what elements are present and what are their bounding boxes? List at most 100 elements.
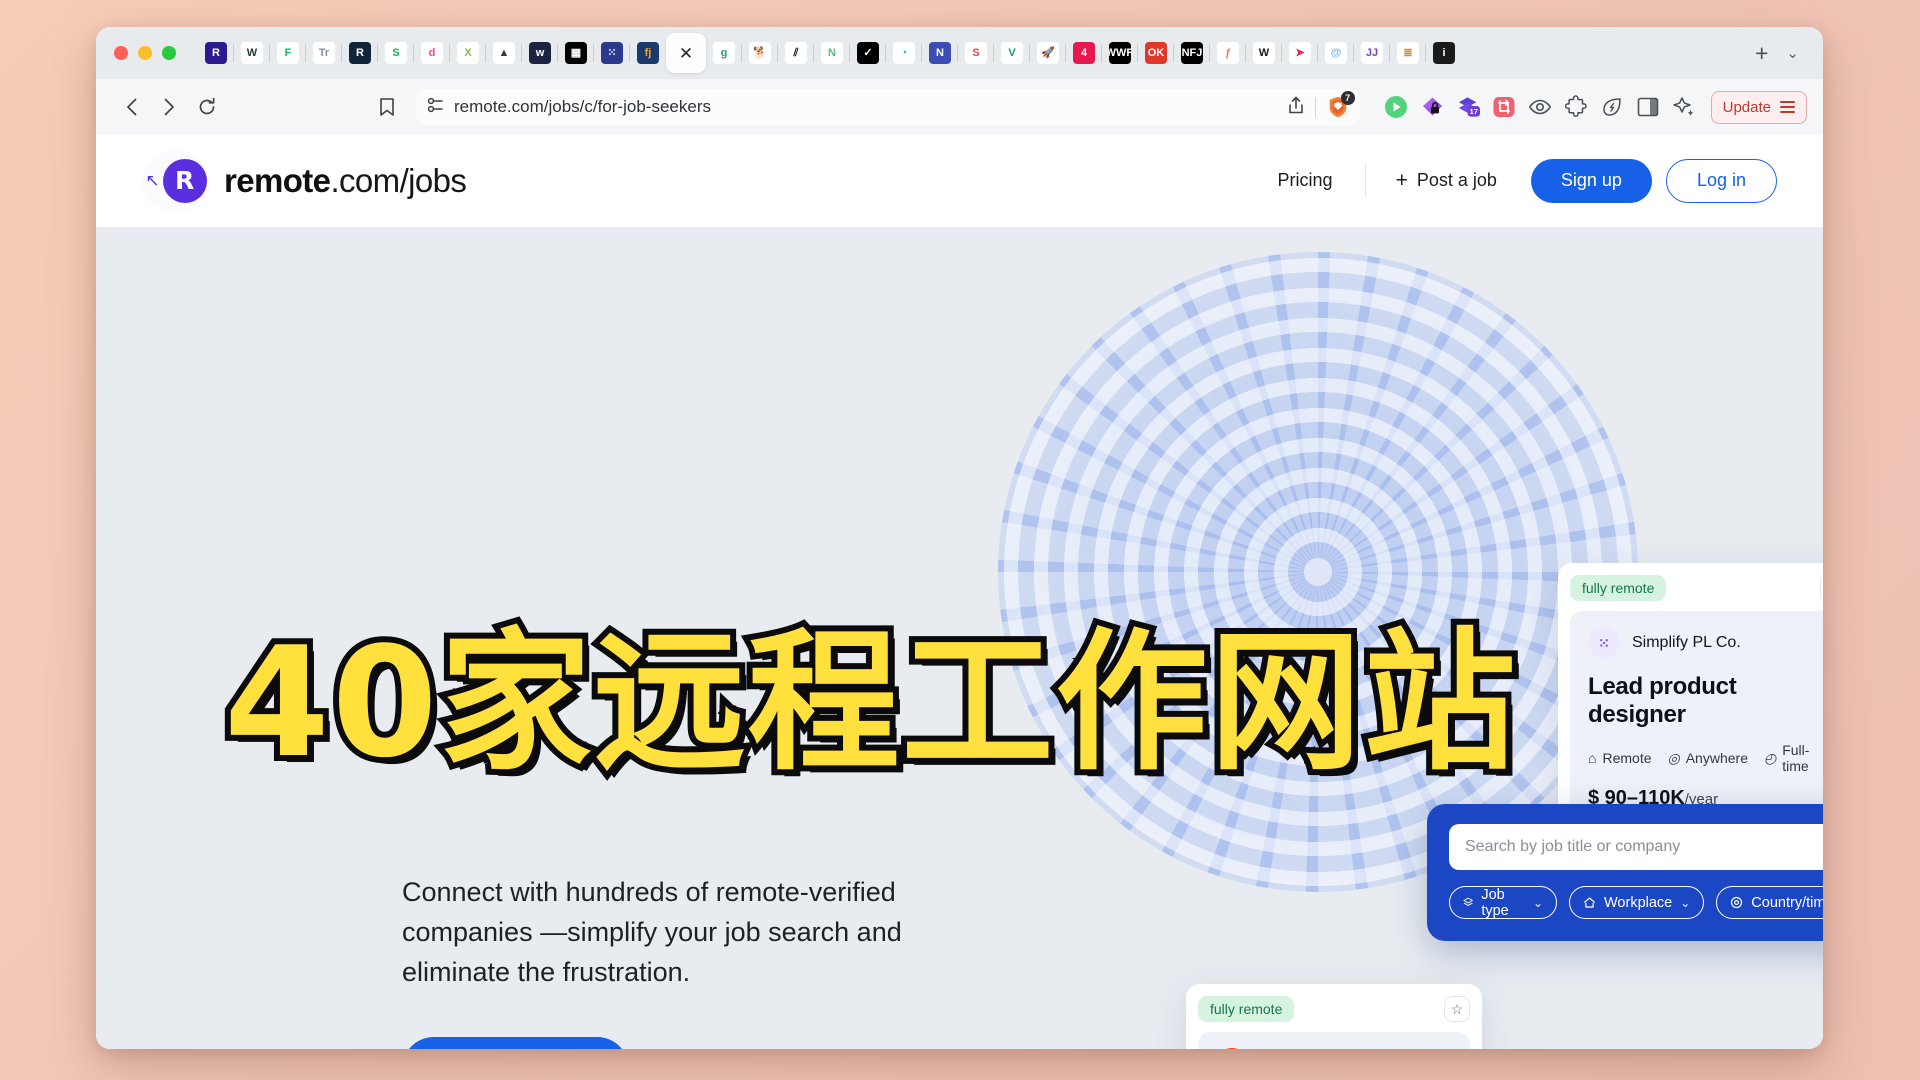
dotsgrid-tab[interactable]: ⁙ <box>593 36 630 70</box>
nav-sign-up-button[interactable]: Sign up <box>1530 158 1652 203</box>
nav-divider <box>1364 163 1366 198</box>
back-button[interactable] <box>112 88 150 126</box>
virtualvocations-tab[interactable]: ▦ <box>557 36 594 70</box>
wellfound-tab[interactable]: w <box>521 36 558 70</box>
arc-tab[interactable]: ➤ <box>1281 36 1318 70</box>
site-settings-icon[interactable] <box>426 97 444 118</box>
password-manager-extension-icon[interactable] <box>1420 95 1445 120</box>
flexjobs-tab[interactable]: F <box>269 36 306 70</box>
job-search-box[interactable]: Search by job title or company <box>1449 824 1823 870</box>
notifications-extension-icon[interactable]: 17 <box>1456 95 1481 120</box>
wrike-tab[interactable]: ⫽ <box>777 36 814 70</box>
site-nav: Pricing + Post a job Sign up Log in <box>1256 158 1777 203</box>
remoteok-tab[interactable]: R <box>341 36 378 70</box>
toptal-tab[interactable]: Tr <box>305 36 342 70</box>
remotive-tab[interactable]: R <box>198 36 234 70</box>
chevron-down-icon: ⌄ <box>1680 895 1691 910</box>
notion-tab[interactable]: N <box>921 36 958 70</box>
job-card-lead-product-designer[interactable]: fully remote ☆ ⁙ Simplify PL Co. Lead pr… <box>1558 563 1823 840</box>
save-job-star-icon[interactable]: ☆ <box>1820 575 1823 601</box>
nofluffjobs-tab[interactable]: NFJ <box>1173 36 1210 70</box>
filter-country-timezone[interactable]: Country/timezone ⌄ <box>1716 886 1823 919</box>
company-avatar: ⁙ <box>1588 627 1620 659</box>
wwr-tab[interactable]: WWR <box>1101 36 1138 70</box>
address-bar[interactable]: remote.com/jobs/c/for-job-seekers 7 <box>416 89 1360 125</box>
dogtab[interactable]: 🐕 <box>741 36 778 70</box>
jsremotely-tab[interactable]: S <box>957 36 994 70</box>
skipthedrive-tab[interactable]: S <box>377 36 414 70</box>
puzzle-extension-icon[interactable] <box>1564 95 1589 120</box>
stackoverflow-tab-favicon: ≣ <box>1397 42 1419 64</box>
browser-toolbar: remote.com/jobs/c/for-job-seekers 7 17 U… <box>96 79 1823 135</box>
close-window-button[interactable] <box>114 46 128 60</box>
xing-tab-favicon: X <box>457 42 479 64</box>
wordpress-tab[interactable]: W <box>1245 36 1282 70</box>
bookmark-icon[interactable] <box>368 88 406 126</box>
brave-shields-icon[interactable]: 7 <box>1326 91 1355 119</box>
job-meta-remote: ⌂ Remote <box>1588 742 1652 774</box>
window-controls <box>114 46 176 60</box>
toolbar-divider <box>1314 97 1316 117</box>
pangian-tab[interactable]: ƒ <box>1209 36 1246 70</box>
ai-sparkle-icon[interactable] <box>1672 95 1697 120</box>
toptal-tab-favicon: Tr <box>313 42 335 64</box>
reload-button[interactable] <box>188 88 226 126</box>
rocket-tab[interactable]: 🚀 <box>1029 36 1066 70</box>
site-logo[interactable]: ↖ R remote.com/jobs <box>142 149 467 212</box>
nav-pricing-link[interactable]: Pricing <box>1256 170 1355 191</box>
job-card-senior-product-manager[interactable]: fully remote ☆ IIN Innovative Insights S… <box>1186 984 1482 1049</box>
checkmark-tab[interactable]: ✓ <box>849 36 886 70</box>
okjob-tab[interactable]: OK <box>1137 36 1174 70</box>
nav-log-in-button[interactable]: Log in <box>1665 158 1777 203</box>
url-text[interactable]: remote.com/jobs/c/for-job-seekers <box>454 97 711 117</box>
glassdoor-tab[interactable]: g <box>706 36 742 70</box>
job-meta-anywhere-label: Anywhere <box>1685 750 1748 766</box>
okjob-tab-favicon: OK <box>1145 42 1167 64</box>
workingnomads-tab[interactable]: ▲ <box>485 36 522 70</box>
minimize-window-button[interactable] <box>138 46 152 60</box>
dribbble-tab-favicon: d <box>421 42 443 64</box>
dribbble-tab[interactable]: d <box>413 36 450 70</box>
nodesk-tab[interactable]: N <box>813 36 850 70</box>
hero-signup-button[interactable]: Sign up for free <box>402 1037 630 1049</box>
dynamite-tab[interactable]: @ <box>1317 36 1354 70</box>
save-job-star-icon[interactable]: ☆ <box>1444 996 1470 1022</box>
justjoin-tab[interactable]: JJ <box>1353 36 1390 70</box>
filter-workplace[interactable]: Workplace ⌄ <box>1569 886 1705 919</box>
rocket-tab-favicon: 🚀 <box>1037 42 1059 64</box>
jobspresso-tab-favicon: fj <box>637 42 659 64</box>
forward-button[interactable] <box>150 88 188 126</box>
fourdayweek-tab[interactable]: 4 <box>1065 36 1102 70</box>
new-tab-button[interactable]: + <box>1743 40 1780 67</box>
job-title: Lead product designer <box>1588 673 1737 728</box>
nav-post-job-button[interactable]: + Post a job <box>1376 169 1517 193</box>
stackoverflow-tab[interactable]: ≣ <box>1389 36 1426 70</box>
leaf-extension-icon[interactable] <box>1600 95 1625 120</box>
video-downloader-extension-icon[interactable] <box>1384 95 1409 120</box>
eye-extension-icon[interactable] <box>1528 95 1553 120</box>
virtualvocations-tab-favicon: ▦ <box>565 42 587 64</box>
hubstaff-tab-favicon: ◔ <box>893 42 915 64</box>
update-button[interactable]: Update <box>1710 90 1807 124</box>
jobspresso-tab[interactable]: fj <box>629 36 666 70</box>
wellfound-tab-favicon: w <box>529 42 551 64</box>
active-tab[interactable]: ✕ <box>666 33 706 73</box>
jsremotely-tab-favicon: S <box>965 42 987 64</box>
sidebar-toggle-icon[interactable] <box>1636 95 1661 120</box>
wordpress-tab-favicon: W <box>1253 42 1275 64</box>
share-icon[interactable] <box>1287 95 1305 120</box>
xing-tab[interactable]: X <box>449 36 486 70</box>
screenshot-extension-icon[interactable] <box>1492 95 1517 120</box>
tab-list-chevron-icon[interactable]: ⌄ <box>1780 44 1811 62</box>
hubstaff-tab[interactable]: ◔ <box>885 36 922 70</box>
skipthedrive-tab-favicon: S <box>385 42 407 64</box>
nofluffjobs-tab-favicon: NFJ <box>1181 42 1203 64</box>
maximize-window-button[interactable] <box>162 46 176 60</box>
info-tab[interactable]: i <box>1425 36 1462 70</box>
vuejobs-tab[interactable]: V <box>993 36 1030 70</box>
weworkremotely-tab[interactable]: W <box>233 36 270 70</box>
browser-menu-icon[interactable] <box>1780 101 1795 113</box>
filter-job-type[interactable]: Job type ⌄ <box>1449 886 1557 919</box>
arc-tab-favicon: ➤ <box>1289 42 1311 64</box>
filter-country-timezone-label: Country/timezone <box>1751 894 1823 911</box>
